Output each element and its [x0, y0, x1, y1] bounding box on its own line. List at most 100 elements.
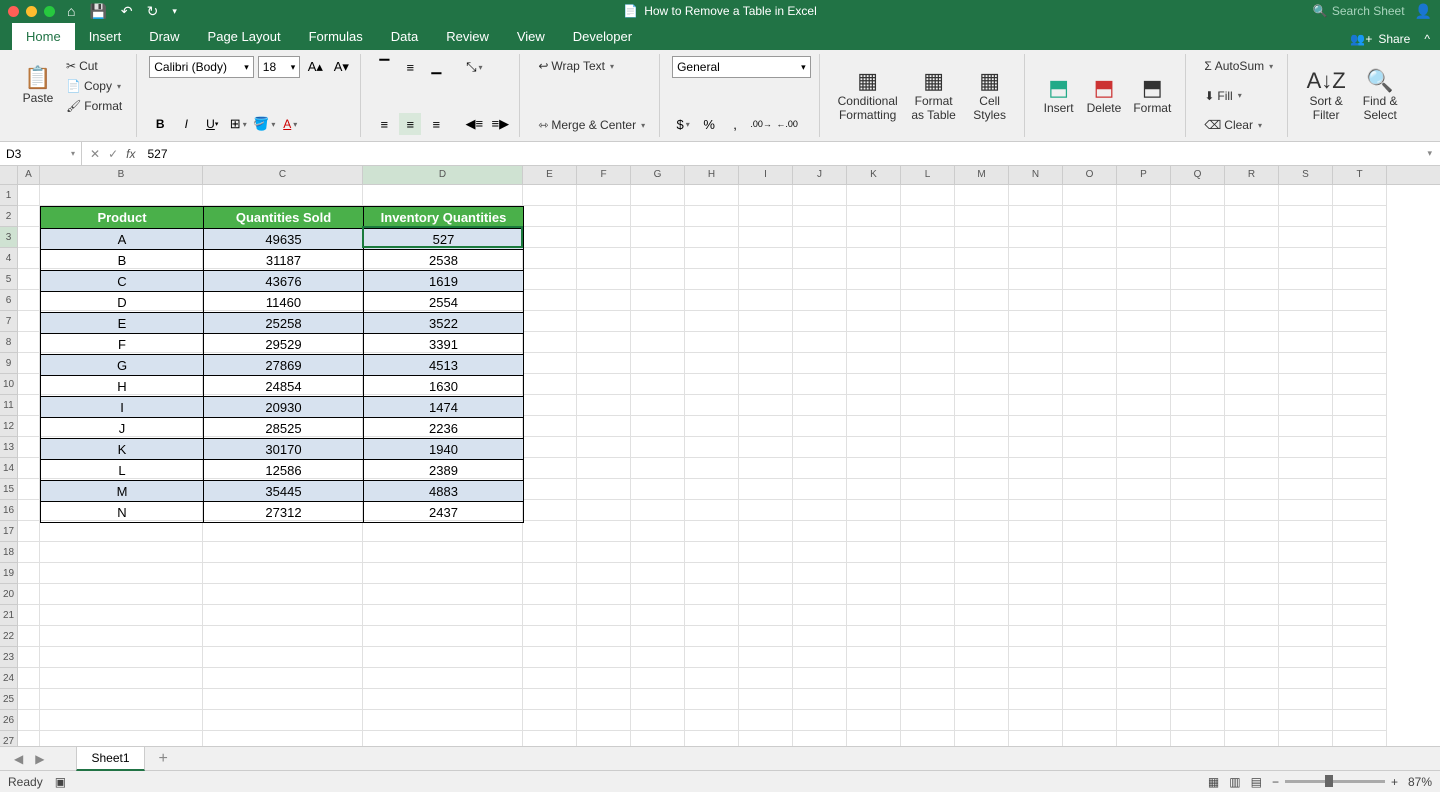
row-header-14[interactable]: 14 [0, 458, 18, 479]
zoom-in-icon[interactable]: + [1391, 775, 1398, 789]
zoom-slider[interactable]: − + [1272, 775, 1398, 789]
row-header-25[interactable]: 25 [0, 689, 18, 710]
align-right-icon[interactable]: ≡ [425, 113, 447, 135]
sheet-tab-sheet1[interactable]: Sheet1 [76, 746, 144, 771]
redo-icon[interactable]: ↻ [147, 3, 159, 20]
merge-center-button[interactable]: ⇿Merge & Center [532, 115, 651, 135]
table-cell[interactable]: 20930 [204, 397, 364, 418]
col-header-S[interactable]: S [1279, 166, 1333, 184]
tab-developer[interactable]: Developer [559, 23, 646, 50]
select-all-corner[interactable] [0, 166, 18, 184]
table-cell[interactable]: F [41, 334, 204, 355]
table-cell[interactable]: D [41, 292, 204, 313]
row-header-22[interactable]: 22 [0, 626, 18, 647]
conditional-formatting-button[interactable]: ▦Conditional Formatting [832, 56, 904, 135]
row-header-20[interactable]: 20 [0, 584, 18, 605]
home-icon[interactable]: ⌂ [67, 3, 75, 19]
increase-decimal-icon[interactable]: .00→ [750, 113, 772, 135]
table-cell[interactable]: 4883 [364, 481, 524, 502]
table-cell[interactable]: 27312 [204, 502, 364, 523]
tab-data[interactable]: Data [377, 23, 432, 50]
save-icon[interactable]: 💾 [89, 3, 106, 20]
delete-cells-button[interactable]: ⬒Delete [1081, 56, 1128, 135]
table-cell[interactable]: H [41, 376, 204, 397]
row-header-6[interactable]: 6 [0, 290, 18, 311]
table-cell[interactable]: 43676 [204, 271, 364, 292]
currency-button[interactable]: $ [672, 113, 694, 135]
table-cell[interactable]: 3391 [364, 334, 524, 355]
row-header-26[interactable]: 26 [0, 710, 18, 731]
format-cells-button[interactable]: ⬒Format [1127, 56, 1177, 135]
italic-button[interactable]: I [175, 113, 197, 135]
wrap-text-button[interactable]: ↩Wrap Text [532, 56, 651, 76]
table-cell[interactable]: 1940 [364, 439, 524, 460]
tab-insert[interactable]: Insert [75, 23, 136, 50]
row-header-11[interactable]: 11 [0, 395, 18, 416]
table-cell[interactable]: 1630 [364, 376, 524, 397]
tab-draw[interactable]: Draw [135, 23, 193, 50]
col-header-R[interactable]: R [1225, 166, 1279, 184]
tab-home[interactable]: Home [12, 23, 75, 50]
zoom-out-icon[interactable]: − [1272, 775, 1279, 789]
col-header-F[interactable]: F [577, 166, 631, 184]
font-name-combo[interactable]: ▾ [149, 56, 254, 78]
table-cell[interactable]: 3522 [364, 313, 524, 334]
row-header-17[interactable]: 17 [0, 521, 18, 542]
table-cell[interactable]: 30170 [204, 439, 364, 460]
decrease-decimal-icon[interactable]: ←.00 [776, 113, 798, 135]
row-header-4[interactable]: 4 [0, 248, 18, 269]
col-header-Q[interactable]: Q [1171, 166, 1225, 184]
add-sheet-icon[interactable]: + [149, 750, 178, 768]
clear-button[interactable]: ⌫Clear [1198, 115, 1279, 135]
table-cell[interactable]: G [41, 355, 204, 376]
table-cell[interactable]: C [41, 271, 204, 292]
comma-button[interactable]: , [724, 113, 746, 135]
row-header-9[interactable]: 9 [0, 353, 18, 374]
table-cell[interactable]: 24854 [204, 376, 364, 397]
fill-color-button[interactable]: 🪣 [253, 113, 275, 135]
row-header-3[interactable]: 3 [0, 227, 18, 248]
table-cell[interactable]: 2236 [364, 418, 524, 439]
table-cell[interactable]: A [41, 229, 204, 250]
cut-button[interactable]: ✂Cut [60, 56, 128, 76]
sort-filter-button[interactable]: A↓ZSort & Filter [1300, 56, 1352, 135]
align-top-icon[interactable]: ▔ [373, 56, 395, 78]
col-header-C[interactable]: C [203, 166, 363, 184]
insert-cells-button[interactable]: ⬒Insert [1037, 56, 1081, 135]
underline-button[interactable]: U▾ [201, 113, 223, 135]
orientation-icon[interactable]: ⤡ [463, 56, 485, 78]
expand-formula-icon[interactable]: ▾ [1419, 148, 1440, 159]
row-header-10[interactable]: 10 [0, 374, 18, 395]
enter-formula-icon[interactable]: ✓ [108, 147, 118, 161]
decrease-indent-icon[interactable]: ◀≡ [463, 113, 485, 135]
sheet-prev-icon[interactable]: ◀ [10, 752, 27, 766]
table-cell[interactable]: 4513 [364, 355, 524, 376]
col-header-B[interactable]: B [40, 166, 203, 184]
table-cell[interactable]: 31187 [204, 250, 364, 271]
row-header-23[interactable]: 23 [0, 647, 18, 668]
col-header-G[interactable]: G [631, 166, 685, 184]
row-header-8[interactable]: 8 [0, 332, 18, 353]
table-cell[interactable]: 527 [364, 229, 524, 250]
table-cell[interactable]: J [41, 418, 204, 439]
fx-icon[interactable]: fx [126, 147, 141, 161]
row-header-12[interactable]: 12 [0, 416, 18, 437]
table-cell[interactable]: 2437 [364, 502, 524, 523]
row-header-5[interactable]: 5 [0, 269, 18, 290]
tab-view[interactable]: View [503, 23, 559, 50]
col-header-D[interactable]: D [363, 166, 523, 184]
zoom-level[interactable]: 87% [1408, 775, 1432, 789]
page-layout-view-icon[interactable]: ▥ [1229, 775, 1240, 789]
align-middle-icon[interactable]: ≡ [399, 56, 421, 78]
spreadsheet-grid[interactable]: ABCDEFGHIJKLMNOPQRST 1234567891011121314… [0, 166, 1440, 746]
close-window-button[interactable] [8, 6, 19, 17]
autosum-button[interactable]: ΣAutoSum [1198, 56, 1279, 76]
row-header-19[interactable]: 19 [0, 563, 18, 584]
align-bottom-icon[interactable]: ▁ [425, 56, 447, 78]
share-button[interactable]: Share [1378, 32, 1410, 46]
table-cell[interactable]: 1474 [364, 397, 524, 418]
row-header-16[interactable]: 16 [0, 500, 18, 521]
format-painter-button[interactable]: 🖌Format [60, 96, 128, 116]
align-left-icon[interactable]: ≡ [373, 113, 395, 135]
fill-button[interactable]: ⬇Fill [1198, 86, 1279, 106]
